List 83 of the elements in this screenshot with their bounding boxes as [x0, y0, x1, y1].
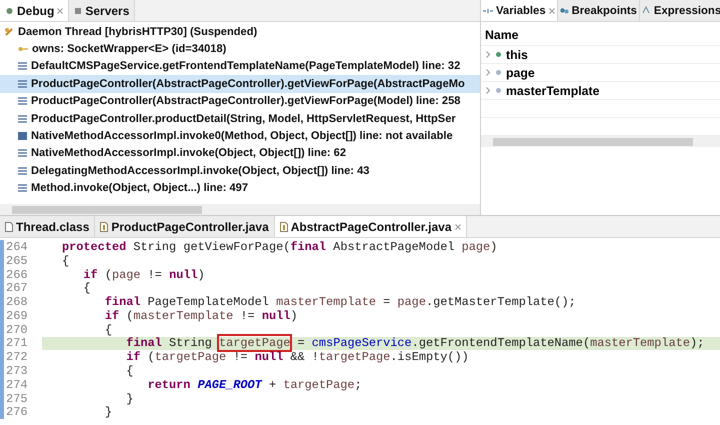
stack-frame-row[interactable]: DelegatingMethodAccessorImpl.invoke(Object, Object[]) line: 43 [0, 162, 480, 180]
panel-tab[interactable]: Breakpoints [558, 0, 640, 21]
stack-frame-label: DelegatingMethodAccessorImpl.invoke(Object, Object[]) line: 43 [31, 164, 370, 177]
stack-frame-row[interactable]: Method.invoke(Object, Object...) line: 497 [0, 180, 480, 197]
horizontal-scrollbar[interactable] [481, 136, 720, 147]
variables-icon [483, 8, 493, 14]
stack-frame-label: DefaultCMSPageService.getFrontendTemplateName(PageTemplateModel) line: 32 [31, 60, 460, 72]
variable-name: masterTemplate [506, 84, 600, 98]
close-icon[interactable] [548, 8, 555, 14]
line-number: 273 [0, 364, 42, 378]
stack-frame-label: ProductPageController.productDetail(String, Model, HttpServletRequest, HttpSer [31, 112, 456, 125]
bug-icon [5, 6, 14, 15]
stack-frame-icon [18, 114, 27, 123]
server-icon [74, 6, 82, 14]
line-number: 275 [0, 392, 42, 406]
code-line: protected String getViewForPage(final AbstractPageModel page) [61, 240, 498, 254]
code-line: return PAGE_ROOT + targetPage; [146, 378, 363, 392]
stack-frame-label: Method.invoke(Object, Object...) line: 497 [31, 182, 248, 194]
expand-chevron-icon[interactable] [485, 51, 491, 58]
stack-frame-label: Daemon Thread [hybrisHTTP30] (Suspended) [18, 26, 258, 38]
panel-tab[interactable]: Servers [69, 0, 136, 21]
code-line: if (masterTemplate != null) [104, 308, 299, 323]
stack-frame-row[interactable]: ProductPageController.productDetail(String, Model, HttpServletRequest, HttpSer [0, 110, 480, 128]
stack-frame-row[interactable]: ProductPageController(AbstractPageController).getViewForPage(AbstractPageMo [0, 75, 480, 93]
horizontal-scrollbar[interactable] [0, 204, 480, 215]
close-icon[interactable] [57, 8, 64, 14]
code-line: final PageTemplateModel masterTemplate = page.getMasterTemplate(); [104, 295, 577, 309]
file-icon [5, 222, 13, 232]
code-line: { [104, 322, 113, 337]
line-number: 267 [0, 281, 42, 296]
line-number: 269 [0, 308, 42, 323]
stack-frame-icon [18, 97, 27, 106]
stack-frame-label: NativeMethodAccessorImpl.invoke0(Method, Object, Object[]) line: not available [31, 130, 453, 142]
stack-frame-icon [18, 62, 27, 70]
code-line: } [125, 392, 134, 406]
variable-name: page [506, 66, 535, 80]
stack-frame-row[interactable]: NativeMethodAccessorImpl.invoke(Object, Object[]) line: 62 [0, 144, 480, 162]
stack-frame-icon [18, 132, 27, 140]
stack-frame-icon [18, 80, 27, 88]
line-number: 276 [0, 406, 42, 420]
stack-frame-row[interactable]: NativeMethodAccessorImpl.invoke0(Method, Object, Object[]) line: not available [0, 127, 480, 145]
variable-name: this [506, 48, 528, 62]
thread-icon [4, 26, 14, 37]
stack-frame-row[interactable]: DefaultCMSPageService.getFrontendTemplateName(PageTemplateModel) line: 32 [0, 58, 480, 76]
code-line: { [82, 281, 92, 296]
close-icon[interactable] [454, 224, 460, 230]
panel-tab[interactable]: AbstractPageController.java [274, 216, 466, 237]
stack-frame-row[interactable]: Daemon Thread [hybrisHTTP30] (Suspended) [0, 23, 480, 40]
variable-row[interactable]: masterTemplate [481, 82, 720, 100]
panel-tab[interactable]: Variables [481, 0, 558, 21]
stack-frame-label: ProductPageController(AbstractPageController).getViewForPage(Model) line: 258 [31, 95, 460, 108]
stack-frame-row[interactable]: ProductPageController(AbstractPageController).getViewForPage(Model) line: 258 [0, 92, 480, 110]
line-number: 266 [0, 268, 42, 282]
code-line: { [61, 254, 70, 268]
stack-frame-label: ProductPageController(AbstractPageController).getViewForPage(AbstractPageMo [31, 78, 465, 90]
column-header: Name [481, 22, 720, 46]
line-number: 272 [0, 350, 42, 364]
line-number: 274 [0, 378, 42, 392]
code-line: if (targetPage != null && !targetPage.isEmpty()) [125, 350, 470, 364]
stack-frame-icon [18, 166, 27, 175]
java-file-icon [100, 222, 108, 232]
line-number: 264 [0, 240, 42, 254]
variable-row[interactable]: page [481, 64, 720, 82]
code-line: } [104, 406, 113, 420]
java-file-icon [280, 222, 288, 232]
expand-chevron-icon[interactable] [485, 87, 491, 94]
line-number: 265 [0, 254, 42, 268]
code-line: if (page != null) [82, 268, 206, 282]
stack-frame-label: owns: SocketWrapper<E> (id=34018) [32, 43, 226, 56]
stack-frame-row[interactable]: owns: SocketWrapper<E> (id=34018) [0, 40, 480, 58]
line-number: 268 [0, 295, 42, 309]
stack-frame-label: NativeMethodAccessorImpl.invoke(Object, Object[]) line: 62 [31, 147, 346, 160]
stack-frame-icon [18, 149, 27, 158]
stack-frame-icon [18, 184, 27, 192]
expand-chevron-icon[interactable] [485, 69, 491, 76]
key-icon [18, 46, 28, 52]
breakpoint-icon [560, 7, 569, 14]
panel-tab[interactable]: Debug [0, 0, 70, 21]
panel-tab[interactable]: Thread.class [0, 216, 96, 237]
panel-tab[interactable]: ProductPageController.java [95, 216, 275, 237]
variable-row[interactable]: this [481, 46, 720, 64]
expression-icon [642, 6, 651, 15]
code-line: { [125, 364, 134, 378]
